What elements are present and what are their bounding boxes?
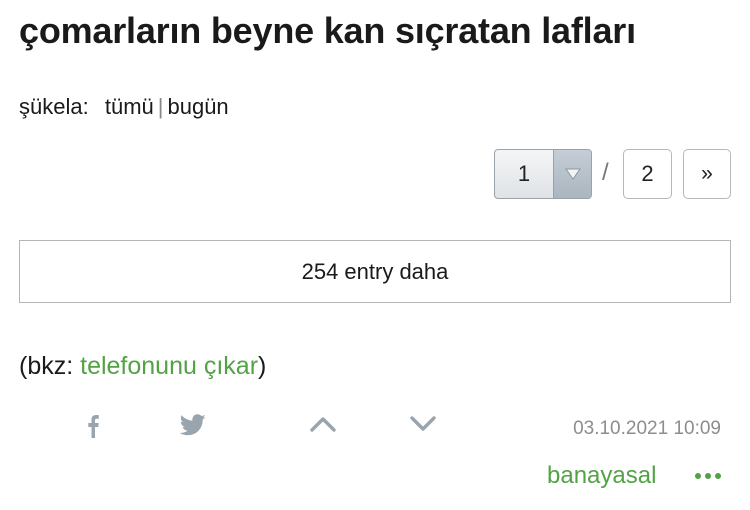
chevron-up-icon[interactable] [308, 413, 338, 435]
twitter-icon[interactable] [178, 411, 208, 439]
chevron-down-icon[interactable] [408, 413, 438, 435]
entry-page: çomarların beyne kan sıçratan lafları şü… [0, 0, 750, 510]
sort-filter: şükela: tümü | bugün [19, 94, 229, 120]
sort-label: şükela: [19, 94, 89, 119]
last-page-button[interactable]: 2 [623, 149, 672, 199]
page-select-value: 1 [517, 161, 531, 186]
filter-all-link[interactable]: tümü [105, 94, 154, 119]
dropdown-arrow-icon[interactable] [553, 150, 591, 198]
bkz-suffix: ) [258, 352, 267, 380]
next-page-button[interactable]: » [683, 149, 731, 199]
author-link[interactable]: banayasal [547, 462, 656, 490]
entry-date[interactable]: 03.10.2021 10:09 [573, 418, 721, 440]
entry-content: (bkz: telefonunu çıkar) [19, 352, 266, 381]
filter-separator: | [157, 94, 164, 119]
bkz-link[interactable]: telefonunu çıkar [80, 352, 258, 380]
page-separator: / [602, 159, 609, 186]
facebook-icon[interactable] [80, 411, 106, 441]
topic-title[interactable]: çomarların beyne kan sıçratan lafları [19, 10, 636, 52]
page-select[interactable]: 1 [494, 149, 592, 199]
more-dots-icon[interactable] [694, 466, 722, 486]
show-more-entries-button[interactable]: 254 entry daha [19, 240, 731, 303]
filter-today-link[interactable]: bugün [167, 94, 228, 119]
bkz-prefix: (bkz: [19, 352, 81, 380]
